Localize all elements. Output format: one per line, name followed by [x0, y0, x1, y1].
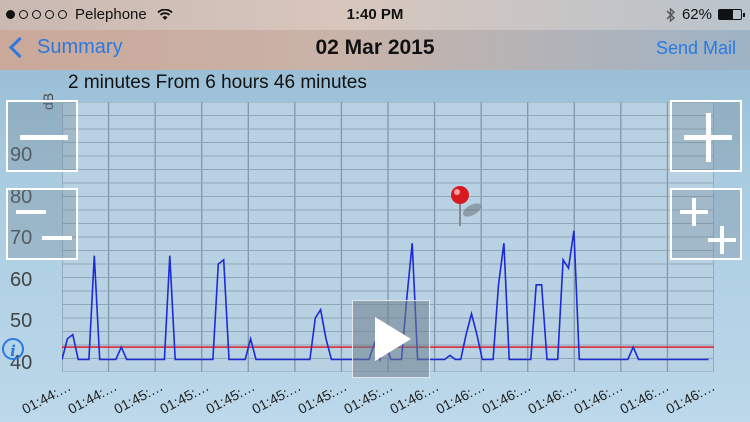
status-bar: Pelephone 1:40 PM 62%: [0, 0, 750, 30]
x-tick-label: 01:46:…: [433, 378, 488, 417]
zoom-in-vertical-button[interactable]: [670, 100, 742, 172]
y-tick-label: 50: [10, 310, 33, 333]
y-tick-label: 60: [10, 268, 33, 291]
plus-icon: [706, 113, 711, 162]
duration-subtitle: 2 minutes From 6 hours 46 minutes: [68, 72, 367, 93]
x-tick-label: 01:45:…: [203, 378, 258, 417]
status-right: 62%: [666, 6, 745, 23]
zoom-out-horizontal-button[interactable]: [6, 188, 78, 260]
navigation-bar: Summary 02 Mar 2015 Send Mail: [0, 30, 750, 70]
play-icon: [375, 317, 411, 361]
battery-percent: 62%: [681, 6, 712, 23]
x-tick-label: 01:45:…: [111, 378, 166, 417]
x-tick-label: 01:44:…: [65, 378, 120, 417]
x-tick-label: 01:46:…: [663, 378, 718, 417]
battery-fill: [719, 10, 733, 19]
x-tick-label: 01:45:…: [341, 378, 396, 417]
x-tick-label: 01:46:…: [571, 378, 626, 417]
minus-icon: [20, 135, 68, 140]
x-tick-label: 01:46:…: [479, 378, 534, 417]
x-tick-label: 01:45:…: [295, 378, 350, 417]
status-time: 1:40 PM: [346, 6, 404, 23]
x-tick-label: 01:45:…: [157, 378, 212, 417]
info-icon[interactable]: i: [2, 338, 24, 360]
play-button[interactable]: [352, 300, 430, 378]
page-title: 02 Mar 2015: [315, 36, 435, 59]
battery-icon: [718, 9, 745, 20]
x-tick-label: 01:46:…: [525, 378, 580, 417]
zoom-out-vertical-button[interactable]: [6, 100, 78, 172]
plus-icon: [692, 198, 696, 226]
x-tick-label: 01:44:…: [19, 378, 74, 417]
plus-icon: [720, 226, 724, 254]
minus-icon: [42, 236, 72, 240]
zoom-in-horizontal-button[interactable]: [670, 188, 742, 260]
bluetooth-icon: [666, 6, 675, 23]
x-tick-label: 01:45:…: [249, 378, 304, 417]
minus-icon: [16, 210, 46, 214]
x-tick-label: 01:46:…: [387, 378, 442, 417]
x-tick-label: 01:46:…: [617, 378, 672, 417]
send-mail-button[interactable]: Send Mail: [656, 38, 736, 59]
map-pin-icon[interactable]: [446, 184, 490, 232]
